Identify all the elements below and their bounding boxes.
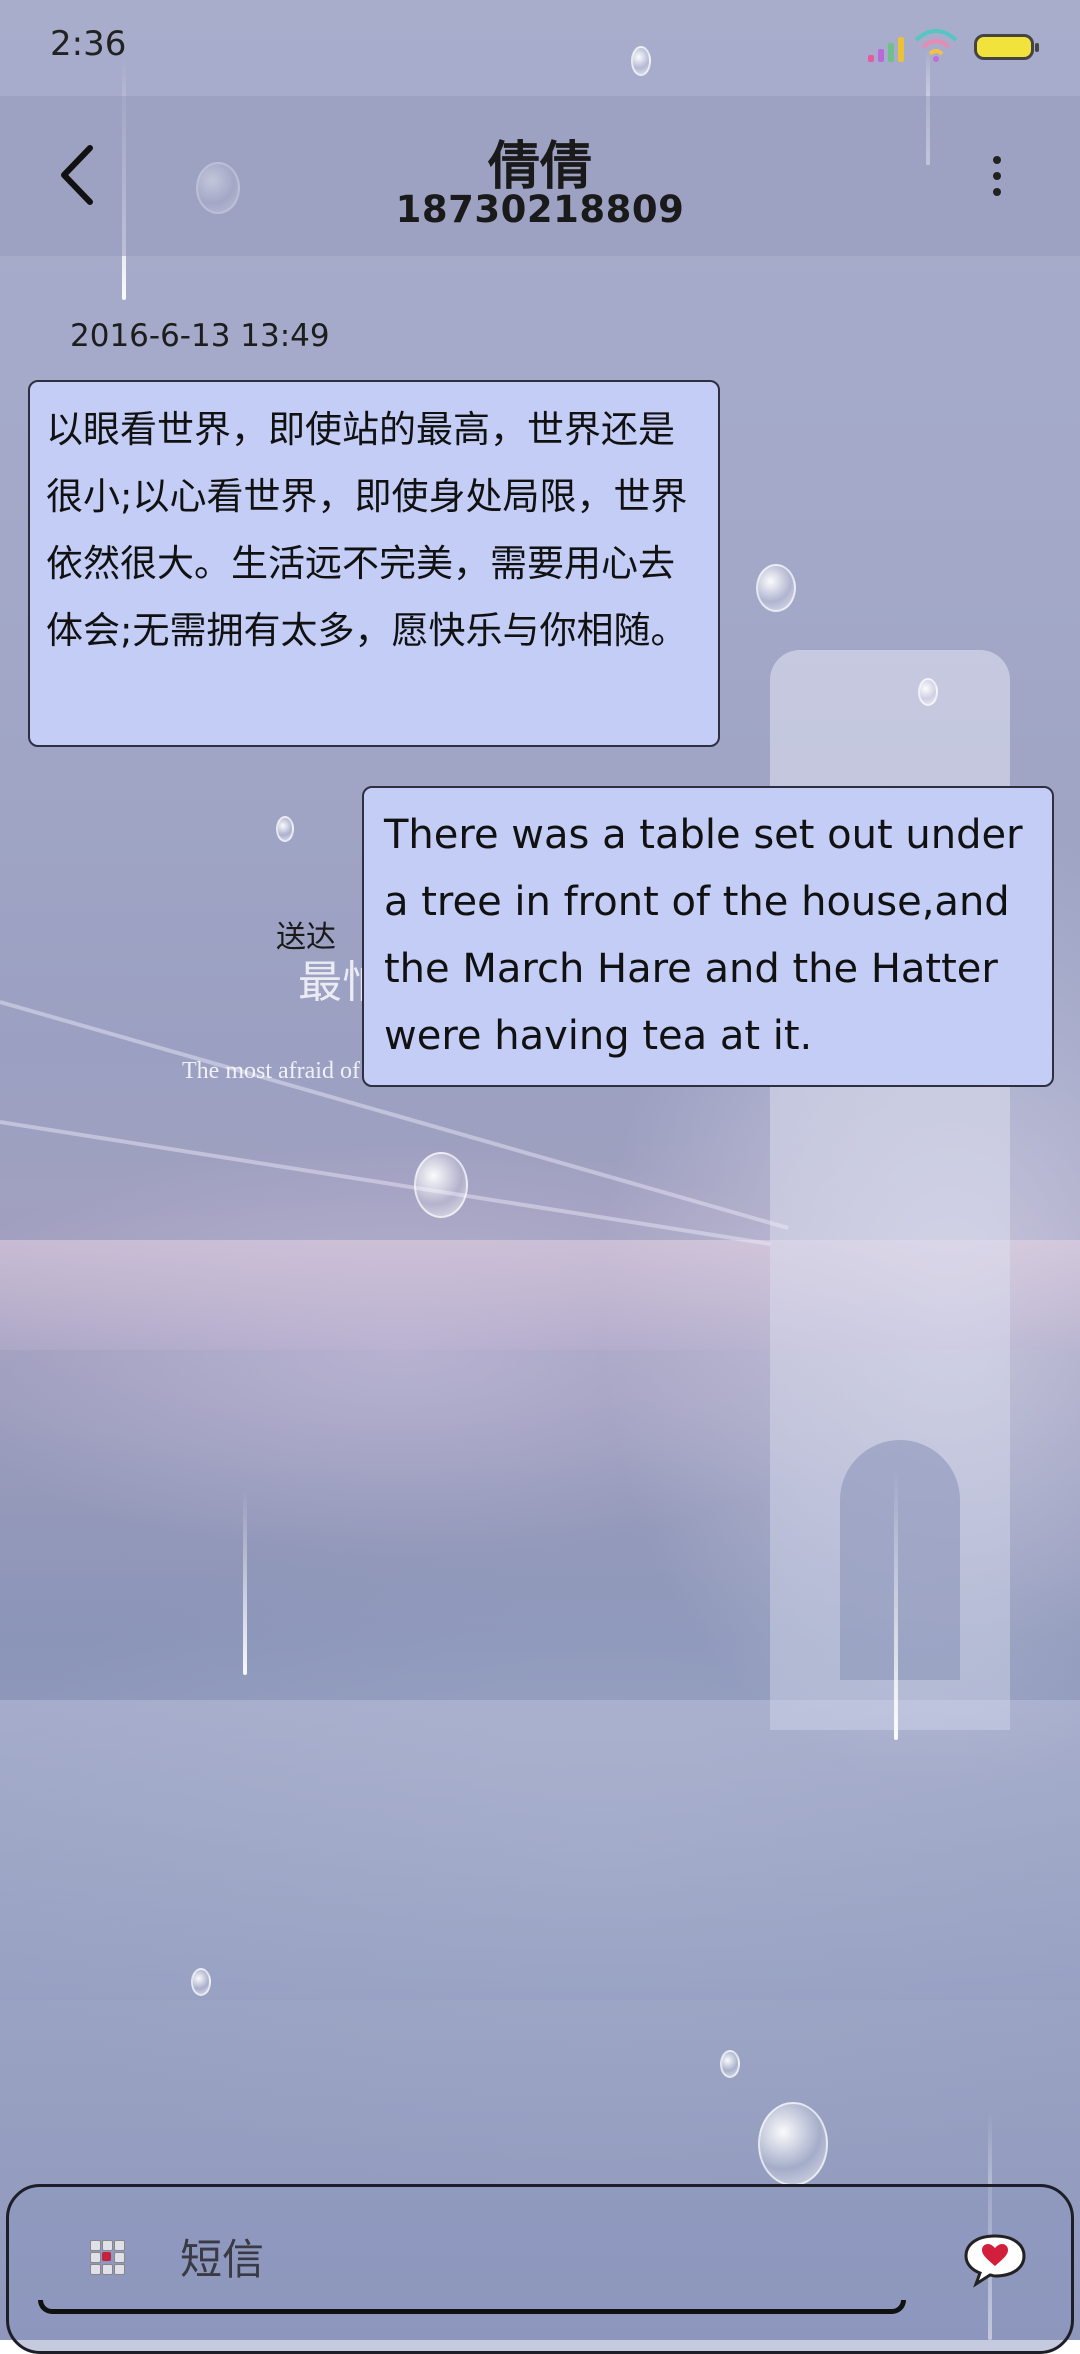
more-vertical-icon[interactable] — [980, 146, 1014, 206]
sms-text-input[interactable] — [178, 2228, 742, 2290]
conversation-header: 倩倩 18730218809 — [0, 96, 1080, 256]
wallpaper-water — [0, 1700, 1080, 2000]
rain-drop — [191, 1968, 211, 1996]
wallpaper-bridge-arch — [840, 1440, 960, 1680]
apps-grid-icon[interactable] — [90, 2240, 125, 2275]
rain-streak — [243, 1490, 247, 1675]
rain-drop — [758, 2102, 828, 2186]
wifi-icon — [914, 29, 958, 62]
wallpaper-cable — [0, 1120, 771, 1246]
delivery-status: 送达 — [276, 920, 336, 955]
status-bar: 2:36 — [0, 0, 1080, 96]
rain-drop — [756, 564, 796, 612]
rain-drop — [414, 1152, 468, 1218]
rain-drop — [918, 678, 938, 706]
heart-bubble-icon[interactable] — [962, 2232, 1028, 2288]
outgoing-message-bubble[interactable]: There was a table set out under a tree i… — [362, 786, 1054, 1087]
contact-phone-number: 18730218809 — [395, 188, 685, 231]
rain-drop — [720, 2050, 740, 2078]
message-timestamp: 2016-6-13 13:49 — [70, 318, 330, 354]
message-text: There was a table set out under a tree i… — [384, 812, 1023, 1059]
rain-streak — [894, 1470, 898, 1740]
battery-icon — [974, 34, 1039, 60]
signal-icon — [868, 36, 912, 62]
message-text: 以眼看世界，即使站的最高，世界还是很小;以心看世界，即使身处局限，世界依然很大。… — [46, 408, 688, 652]
input-underline — [38, 2300, 906, 2314]
status-time: 2:36 — [50, 24, 127, 64]
incoming-message-bubble[interactable]: 以眼看世界，即使站的最高，世界还是很小;以心看世界，即使身处局限，世界依然很大。… — [28, 380, 720, 747]
rain-drop — [276, 816, 294, 842]
